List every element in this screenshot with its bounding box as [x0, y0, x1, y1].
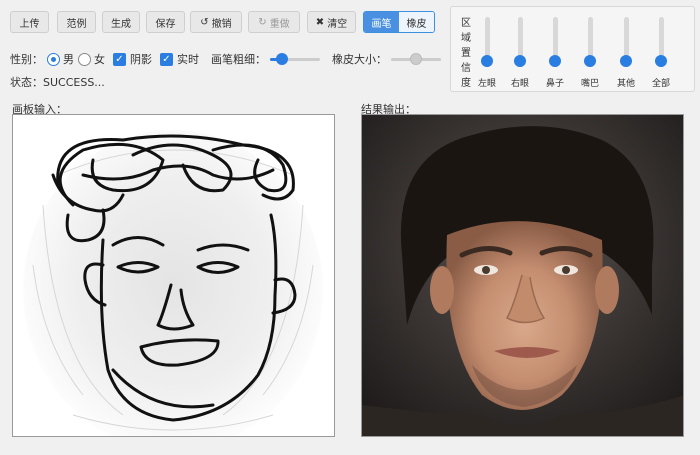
nose-knob[interactable]: [549, 55, 561, 67]
region-confidence-panel: 区 域 置 信 度 左眼 右眼 鼻子 嘴巴 其他 全部: [450, 6, 695, 92]
left-eye-label: 左眼: [477, 79, 496, 89]
tool-toggle: 画笔 橡皮: [363, 11, 435, 33]
right-eye-knob[interactable]: [514, 55, 526, 67]
nose-label: 鼻子: [545, 79, 564, 89]
mouth-label: 嘴巴: [580, 79, 599, 89]
right-eye-label: 右眼: [510, 79, 529, 89]
pen-tool-button[interactable]: 画笔: [364, 12, 399, 32]
shadow-guide: [23, 130, 323, 436]
upload-button[interactable]: 上传: [10, 11, 49, 33]
other-knob[interactable]: [620, 55, 632, 67]
eraser-tool-button[interactable]: 橡皮: [399, 12, 434, 32]
mouth-knob[interactable]: [584, 55, 596, 67]
female-label: 女: [94, 53, 105, 66]
all-slider[interactable]: 全部: [643, 17, 679, 89]
shadow-label: 阴影: [130, 53, 152, 66]
save-button[interactable]: 保存: [146, 11, 185, 33]
left-eye-slider[interactable]: 左眼: [469, 17, 505, 89]
redo-button[interactable]: ↻ 重做: [248, 11, 300, 33]
shadow-checkbox[interactable]: ✓: [113, 52, 126, 66]
eraser-size-knob[interactable]: [410, 53, 422, 65]
realtime-label: 实时: [177, 53, 199, 66]
mouth-slider[interactable]: 嘴巴: [572, 17, 608, 89]
close-icon: ✖: [315, 16, 325, 28]
brush-size-label: 画笔粗细：: [211, 53, 266, 66]
right-eye-slider[interactable]: 右眼: [502, 17, 538, 89]
gender-label: 性别：: [10, 53, 43, 66]
status-text: 状态：SUCCESS...: [10, 76, 105, 89]
redo-icon: ↻: [258, 16, 267, 28]
result-output-image: [361, 114, 684, 437]
drawing-canvas[interactable]: [12, 114, 335, 437]
app-window: 上传 范例 生成 保存 ↺ 撤销 ↻ 重做 ✖ 清空 画笔 橡皮 性别： 男 女 ✓ …: [0, 0, 700, 455]
options-row: 性别： 男 女 ✓ 阴影 ✓ 实时 画笔粗细： 橡皮大小：: [10, 50, 441, 68]
sketch-drawing: [23, 130, 323, 436]
brush-size-knob[interactable]: [275, 53, 288, 65]
examples-button[interactable]: 范例: [57, 11, 96, 33]
male-radio[interactable]: [47, 52, 60, 66]
all-label: 全部: [651, 79, 670, 89]
right-ear-shape: [595, 266, 619, 314]
realtime-checkbox[interactable]: ✓: [160, 52, 173, 66]
generate-button[interactable]: 生成: [102, 11, 140, 33]
brush-size-slider[interactable]: [270, 53, 320, 65]
eraser-size-slider[interactable]: [391, 53, 441, 65]
left-ear-shape: [430, 266, 454, 314]
female-radio[interactable]: [78, 52, 91, 66]
left-eye-knob[interactable]: [481, 55, 493, 67]
undo-icon: ↺: [200, 16, 209, 28]
all-knob[interactable]: [655, 55, 667, 67]
eraser-size-label: 橡皮大小：: [332, 53, 387, 66]
nose-slider[interactable]: 鼻子: [537, 17, 573, 89]
undo-button[interactable]: ↺ 撤销: [190, 11, 242, 33]
generated-face-image: [362, 115, 683, 436]
other-slider[interactable]: 其他: [608, 17, 644, 89]
other-label: 其他: [616, 79, 635, 89]
male-label: 男: [63, 53, 74, 66]
clear-button[interactable]: ✖ 清空: [307, 11, 356, 33]
